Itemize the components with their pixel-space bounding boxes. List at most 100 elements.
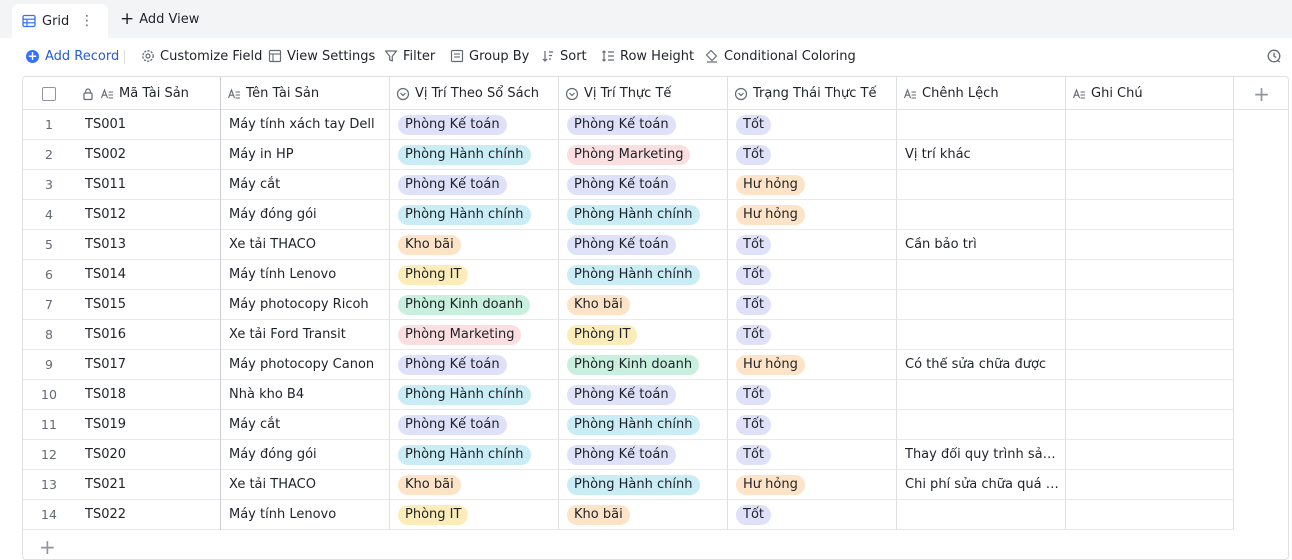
cell-chenh-lech[interactable]: Vị trí khác	[897, 140, 1066, 170]
cell-trang-thai[interactable]: Hư hỏng	[728, 470, 897, 500]
cell-ma-tai-san[interactable]: TS001	[75, 110, 221, 140]
cell-ma-tai-san[interactable]: TS011	[75, 170, 221, 200]
cell-ghi-chu[interactable]	[1066, 110, 1234, 140]
cell-ma-tai-san[interactable]: TS013	[75, 230, 221, 260]
column-header-chenh-lech[interactable]: Chênh Lệch	[897, 77, 1066, 110]
cell-chenh-lech[interactable]	[897, 110, 1066, 140]
column-header-ten-tai-san[interactable]: Tên Tài Sản	[221, 77, 390, 110]
cell-ma-tai-san[interactable]: TS014	[75, 260, 221, 290]
cell-ghi-chu[interactable]	[1066, 380, 1234, 410]
cell-ten-tai-san[interactable]: Xe tải THACO	[221, 230, 390, 260]
cell-ten-tai-san[interactable]: Máy cắt	[221, 410, 390, 440]
row-number[interactable]: 14	[23, 500, 75, 530]
cell-vi-tri-thuc-te[interactable]: Phòng Kế toán	[559, 380, 728, 410]
add-column-button[interactable]: +	[1234, 77, 1288, 110]
cell-ghi-chu[interactable]	[1066, 410, 1234, 440]
table-row[interactable]: 3 TS011 Máy cắt Phòng Kế toán Phòng Kế toán H…	[23, 170, 1234, 200]
cell-ghi-chu[interactable]	[1066, 500, 1234, 530]
cell-chenh-lech[interactable]	[897, 200, 1066, 230]
column-header-vi-tri-so-sach[interactable]: Vị Trí Theo Sổ Sách	[390, 77, 559, 110]
table-row[interactable]: 13 TS021 Xe tải THACO Kho bãi Phòng Hành chí…	[23, 470, 1234, 500]
cell-vi-tri-so-sach[interactable]: Phòng Hành chính	[390, 140, 559, 170]
table-row[interactable]: 8 TS016 Xe tải Ford Transit Phòng Marketing…	[23, 320, 1234, 350]
cell-ghi-chu[interactable]	[1066, 140, 1234, 170]
view-settings-button[interactable]: View Settings	[268, 44, 375, 68]
cell-vi-tri-so-sach[interactable]: Phòng IT	[390, 500, 559, 530]
cell-vi-tri-thuc-te[interactable]: Phòng Kế toán	[559, 110, 728, 140]
row-number[interactable]: 5	[23, 230, 75, 260]
cell-chenh-lech[interactable]	[897, 290, 1066, 320]
sort-button[interactable]: Sort	[541, 44, 587, 68]
cell-vi-tri-thuc-te[interactable]: Phòng Hành chính	[559, 260, 728, 290]
cell-trang-thai[interactable]: Tốt	[728, 260, 897, 290]
cell-chenh-lech[interactable]	[897, 320, 1066, 350]
column-header-trang-thai[interactable]: Trạng Thái Thực Tế	[728, 77, 897, 110]
cell-vi-tri-thuc-te[interactable]: Phòng Marketing	[559, 140, 728, 170]
cell-chenh-lech[interactable]	[897, 410, 1066, 440]
row-number[interactable]: 9	[23, 350, 75, 380]
cell-ma-tai-san[interactable]: TS017	[75, 350, 221, 380]
more-vertical-icon[interactable]: ⋮	[80, 12, 94, 30]
cell-trang-thai[interactable]: Tốt	[728, 110, 897, 140]
cell-trang-thai[interactable]: Tốt	[728, 410, 897, 440]
cell-ghi-chu[interactable]	[1066, 200, 1234, 230]
cell-ghi-chu[interactable]	[1066, 320, 1234, 350]
row-number[interactable]: 1	[23, 110, 75, 140]
cell-trang-thai[interactable]: Tốt	[728, 230, 897, 260]
cell-chenh-lech[interactable]	[897, 500, 1066, 530]
cell-vi-tri-so-sach[interactable]: Phòng Marketing	[390, 320, 559, 350]
table-row[interactable]: 14 TS022 Máy tính Lenovo Phòng IT Kho bãi Tốt	[23, 500, 1234, 530]
cell-ghi-chu[interactable]	[1066, 440, 1234, 470]
table-row[interactable]: 6 TS014 Máy tính Lenovo Phòng IT Phòng Hành …	[23, 260, 1234, 290]
row-number[interactable]: 13	[23, 470, 75, 500]
cell-ma-tai-san[interactable]: TS015	[75, 290, 221, 320]
cell-vi-tri-so-sach[interactable]: Phòng Kế toán	[390, 350, 559, 380]
table-row[interactable]: 5 TS013 Xe tải THACO Kho bãi Phòng Kế toán Tố…	[23, 230, 1234, 260]
cell-trang-thai[interactable]: Tốt	[728, 140, 897, 170]
cell-ma-tai-san[interactable]: TS012	[75, 200, 221, 230]
cell-ten-tai-san[interactable]: Xe tải THACO	[221, 470, 390, 500]
table-row[interactable]: 2 TS002 Máy in HP Phòng Hành chính Phòng Mar…	[23, 140, 1234, 170]
cell-ma-tai-san[interactable]: TS002	[75, 140, 221, 170]
add-row-button[interactable]: +	[39, 535, 56, 559]
group-by-button[interactable]: Group By	[450, 44, 529, 68]
cell-vi-tri-so-sach[interactable]: Phòng Hành chính	[390, 200, 559, 230]
cell-vi-tri-so-sach[interactable]: Kho bãi	[390, 230, 559, 260]
cell-trang-thai[interactable]: Tốt	[728, 290, 897, 320]
cell-ma-tai-san[interactable]: TS016	[75, 320, 221, 350]
cell-ten-tai-san[interactable]: Máy photocopy Canon	[221, 350, 390, 380]
cell-chenh-lech[interactable]	[897, 260, 1066, 290]
cell-chenh-lech[interactable]: Có thể sửa chữa được	[897, 350, 1066, 380]
cell-vi-tri-thuc-te[interactable]: Kho bãi	[559, 290, 728, 320]
cell-trang-thai[interactable]: Tốt	[728, 500, 897, 530]
cell-ten-tai-san[interactable]: Máy đóng gói	[221, 200, 390, 230]
add-record-button[interactable]: + Add Record	[26, 44, 119, 68]
column-header-ghi-chu[interactable]: Ghi Chú	[1066, 77, 1234, 110]
cell-ten-tai-san[interactable]: Xe tải Ford Transit	[221, 320, 390, 350]
cell-vi-tri-so-sach[interactable]: Phòng Kinh doanh	[390, 290, 559, 320]
row-number[interactable]: 11	[23, 410, 75, 440]
row-number[interactable]: 10	[23, 380, 75, 410]
cell-vi-tri-so-sach[interactable]: Phòng Hành chính	[390, 440, 559, 470]
cell-vi-tri-so-sach[interactable]: Phòng Kế toán	[390, 170, 559, 200]
cell-ma-tai-san[interactable]: TS019	[75, 410, 221, 440]
cell-ten-tai-san[interactable]: Máy tính Lenovo	[221, 500, 390, 530]
column-header-ma-tai-san[interactable]: Mã Tài Sản	[75, 77, 221, 110]
cell-trang-thai[interactable]: Hư hỏng	[728, 170, 897, 200]
table-row[interactable]: 7 TS015 Máy photocopy Ricoh Phòng Kinh doan…	[23, 290, 1234, 320]
row-number[interactable]: 8	[23, 320, 75, 350]
cell-vi-tri-so-sach[interactable]: Phòng Hành chính	[390, 380, 559, 410]
table-row[interactable]: 4 TS012 Máy đóng gói Phòng Hành chính Phòng …	[23, 200, 1234, 230]
row-number[interactable]: 12	[23, 440, 75, 470]
cell-vi-tri-so-sach[interactable]: Phòng Kế toán	[390, 410, 559, 440]
cell-chenh-lech[interactable]: Thay đổi quy trình sản x...	[897, 440, 1066, 470]
cell-ghi-chu[interactable]	[1066, 350, 1234, 380]
cell-vi-tri-thuc-te[interactable]: Phòng Hành chính	[559, 410, 728, 440]
add-view-button[interactable]: + Add View	[120, 9, 199, 29]
cell-ten-tai-san[interactable]: Máy tính xách tay Dell	[221, 110, 390, 140]
cell-vi-tri-so-sach[interactable]: Phòng Kế toán	[390, 110, 559, 140]
cell-vi-tri-thuc-te[interactable]: Phòng Kinh doanh	[559, 350, 728, 380]
cell-ghi-chu[interactable]	[1066, 170, 1234, 200]
cell-ma-tai-san[interactable]: TS018	[75, 380, 221, 410]
cell-vi-tri-thuc-te[interactable]: Phòng Kế toán	[559, 440, 728, 470]
